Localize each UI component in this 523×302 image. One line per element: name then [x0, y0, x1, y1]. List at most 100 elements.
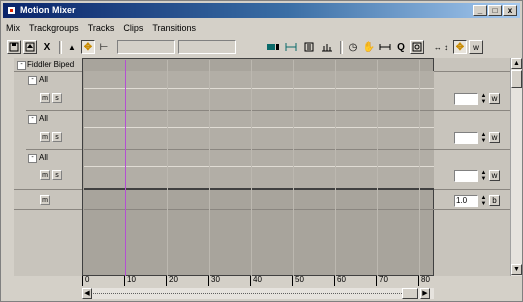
toolbar-separator [59, 41, 62, 54]
scroll-right-icon[interactable]: ▶ [420, 288, 430, 299]
toolbar-field-1[interactable] [117, 40, 175, 54]
mute-button[interactable]: m [40, 93, 50, 103]
app-icon [7, 6, 16, 15]
track-band [84, 149, 434, 188]
b-button[interactable]: b [489, 195, 500, 206]
track-band [84, 71, 434, 110]
solo-button[interactable]: s [52, 132, 62, 142]
scroll-up-icon[interactable]: ▲ [511, 58, 522, 69]
scroll-thumb[interactable] [402, 288, 418, 299]
divider [26, 110, 82, 111]
divider [84, 110, 434, 111]
timeline-area[interactable] [82, 58, 434, 276]
trackgroup-label: All [39, 114, 48, 123]
scroll-thumb[interactable] [511, 70, 522, 88]
zoom-region-icon[interactable] [410, 40, 424, 54]
divider [434, 149, 510, 150]
toolbar-field-2[interactable] [178, 40, 236, 54]
divider [84, 88, 434, 89]
divider [26, 149, 82, 150]
toolbar-separator [340, 41, 343, 54]
fit-icon[interactable] [284, 40, 298, 54]
trim-icon[interactable]: ⊢ [97, 40, 111, 54]
maximize-button[interactable]: □ [488, 5, 502, 16]
ruler-tick: 70 [376, 276, 388, 286]
scroll-down-icon[interactable]: ▼ [511, 264, 522, 275]
weight-field[interactable] [454, 170, 478, 182]
weight-field[interactable] [454, 132, 478, 144]
save-icon[interactable] [7, 40, 21, 54]
menu-clips[interactable]: Clips [122, 21, 144, 35]
graph-icon[interactable] [320, 40, 334, 54]
divider [84, 127, 434, 128]
ruler-tick: 30 [208, 276, 220, 286]
track-list-pane: - Fiddler Biped - All m s - All m s - Al… [14, 58, 82, 276]
minimize-button[interactable]: _ [473, 5, 487, 16]
mix-mute-button[interactable]: m [40, 195, 50, 205]
menu-transitions[interactable]: Transitions [151, 21, 197, 35]
scroll-left-icon[interactable]: ◀ [82, 288, 92, 299]
collapse-group-1-icon[interactable]: - [28, 76, 37, 85]
mute-button[interactable]: m [40, 132, 50, 142]
solo-button[interactable]: s [52, 93, 62, 103]
snap-icon[interactable]: ✥ [453, 40, 467, 54]
delete-icon[interactable]: X [40, 40, 54, 54]
divider [14, 209, 82, 210]
divider [434, 71, 510, 72]
gridline [167, 60, 168, 276]
weight-spinner[interactable]: ▲ ▼ [480, 132, 487, 144]
collapse-group-2-icon[interactable]: - [28, 115, 37, 124]
collapse-root-icon[interactable]: - [17, 61, 26, 70]
solo-button[interactable]: s [52, 170, 62, 180]
divider [14, 189, 82, 190]
ruler-tick: 40 [250, 276, 262, 286]
divider [84, 166, 434, 167]
mixer-main-area: - Fiddler Biped - All m s - All m s - Al… [14, 58, 510, 276]
mix-weight-spinner[interactable]: ▲ ▼ [480, 195, 487, 207]
time-ruler[interactable]: 0 10 20 30 40 50 60 70 80 [82, 276, 434, 288]
scale-icon[interactable]: ↔ ↕ [431, 40, 451, 54]
move-icon[interactable]: ✥ [81, 40, 95, 54]
gridline [293, 60, 294, 276]
collapse-group-3-icon[interactable]: - [28, 154, 37, 163]
zoom-extents-icon[interactable] [378, 40, 392, 54]
horizontal-scrollbar[interactable]: ◀ ▶ [82, 288, 434, 299]
root-label: Fiddler Biped [27, 60, 75, 69]
ruler-tick: 20 [166, 276, 178, 286]
divider [84, 188, 434, 190]
weight-button[interactable]: w [489, 170, 500, 181]
title-bar[interactable]: Motion Mixer _ □ x [3, 3, 520, 18]
track-view-icon[interactable] [266, 40, 280, 54]
ruler-tick: 0 [82, 276, 89, 286]
upload-icon[interactable] [23, 40, 37, 54]
weight-button[interactable]: w [489, 93, 500, 104]
menu-trackgroups[interactable]: Trackgroups [28, 21, 80, 35]
select-arrow-icon[interactable]: ▲ [65, 40, 79, 54]
gridline [377, 60, 378, 276]
divider [84, 149, 434, 150]
trackgroup-label: All [39, 75, 48, 84]
divider [434, 189, 510, 190]
time-slider-line[interactable] [125, 60, 126, 276]
divider [84, 209, 434, 210]
w-icon[interactable]: w [469, 40, 483, 54]
weight-field[interactable] [454, 93, 478, 105]
divider [434, 110, 510, 111]
weight-button[interactable]: w [489, 132, 500, 143]
clip-icon[interactable] [302, 40, 316, 54]
time-icon[interactable]: ◷ [346, 40, 360, 54]
menu-mix[interactable]: Mix [5, 21, 21, 35]
mute-button[interactable]: m [40, 170, 50, 180]
close-button[interactable]: x [503, 5, 517, 16]
pan-icon[interactable]: ✋ [362, 40, 376, 54]
mix-weight-field[interactable]: 1.0 [454, 195, 478, 207]
vertical-scrollbar[interactable]: ▲ ▼ [510, 58, 522, 276]
weight-spinner[interactable]: ▲ ▼ [480, 93, 487, 105]
weight-spinner[interactable]: ▲ ▼ [480, 170, 487, 182]
divider [14, 71, 82, 72]
weight-pane: ▲ ▼ w ▲ ▼ w ▲ ▼ w 1.0 ▲ ▼ b [434, 58, 510, 276]
window-title: Motion Mixer [20, 5, 76, 15]
menu-tracks[interactable]: Tracks [87, 21, 116, 35]
zoom-icon[interactable]: Q [394, 40, 408, 54]
ruler-tick: 60 [334, 276, 346, 286]
